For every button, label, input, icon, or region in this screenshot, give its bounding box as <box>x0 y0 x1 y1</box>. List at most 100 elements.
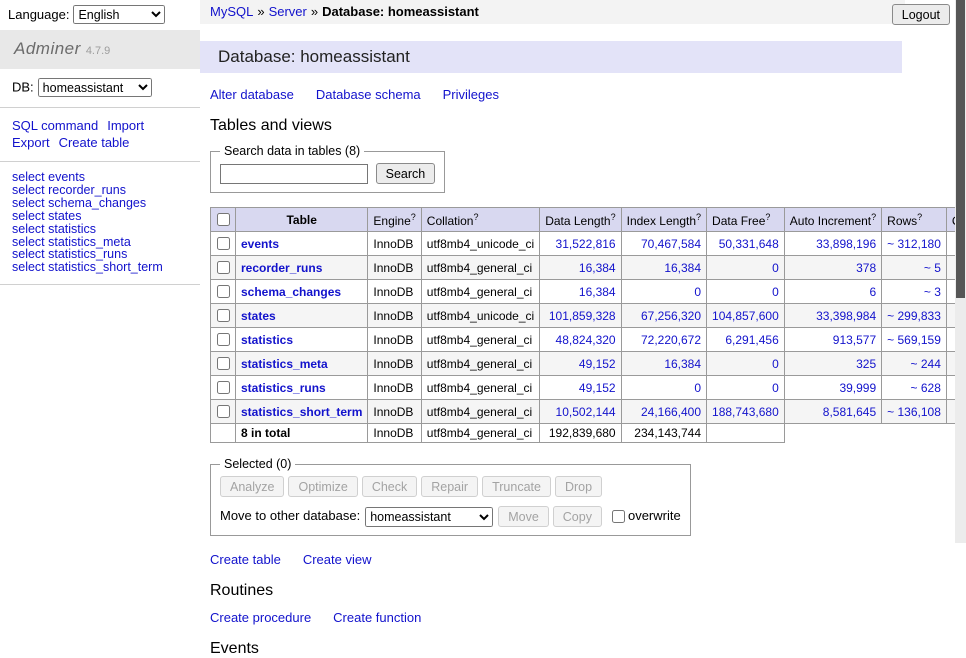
rows-link[interactable]: ~ 5 <box>924 261 941 275</box>
help-link[interactable]: ? <box>611 212 616 222</box>
auto-increment-link[interactable]: 39,999 <box>839 381 876 395</box>
sidebar-select-statistics-short-term[interactable]: select statistics_short_term <box>12 261 188 274</box>
auto-increment-link[interactable]: 913,577 <box>833 333 876 347</box>
auto-increment-link[interactable]: 325 <box>856 357 876 371</box>
optimize-button[interactable]: Optimize <box>288 476 357 497</box>
data-length-link[interactable]: 10,502,144 <box>556 405 616 419</box>
create-procedure-link[interactable]: Create procedure <box>210 610 311 625</box>
check-button[interactable]: Check <box>362 476 417 497</box>
sidebar-select-statistics[interactable]: select statistics <box>12 223 188 236</box>
row-checkbox[interactable] <box>217 309 230 322</box>
data-free-link[interactable]: 0 <box>772 381 779 395</box>
table-link-statistics-short-term[interactable]: statistics_short_term <box>241 405 362 419</box>
help-link[interactable]: ? <box>765 212 770 222</box>
index-length-link[interactable]: 0 <box>694 381 701 395</box>
row-checkbox[interactable] <box>217 405 230 418</box>
auto-increment-link[interactable]: 378 <box>856 261 876 275</box>
sidebar-link-sql-command[interactable]: SQL command <box>12 118 98 133</box>
scrollbar[interactable] <box>955 0 966 543</box>
auto-increment-link[interactable]: 6 <box>869 285 876 299</box>
sidebar-link-export[interactable]: Export <box>12 135 50 150</box>
data-free-link[interactable]: 6,291,456 <box>725 333 778 347</box>
search-input[interactable] <box>220 164 368 184</box>
data-length-link[interactable]: 49,152 <box>579 357 616 371</box>
row-checkbox[interactable] <box>217 285 230 298</box>
sidebar-select-recorder-runs[interactable]: select recorder_runs <box>12 184 188 197</box>
table-link-statistics-runs[interactable]: statistics_runs <box>241 381 326 395</box>
language-select[interactable]: English <box>73 5 165 24</box>
help-link[interactable]: ? <box>473 212 478 222</box>
create-table-link[interactable]: Create table <box>210 552 281 567</box>
data-free-link[interactable]: 0 <box>772 285 779 299</box>
index-length-link[interactable]: 72,220,672 <box>641 333 701 347</box>
data-length-link[interactable]: 49,152 <box>579 381 616 395</box>
move-button[interactable]: Move <box>498 506 549 527</box>
drop-button[interactable]: Drop <box>555 476 602 497</box>
row-checkbox[interactable] <box>217 381 230 394</box>
data-length-link[interactable]: 101,859,328 <box>549 309 616 323</box>
copy-button[interactable]: Copy <box>553 506 602 527</box>
privileges-link[interactable]: Privileges <box>443 87 499 102</box>
db-select[interactable]: homeassistant <box>38 78 152 97</box>
breadcrumb-server-link[interactable]: Server <box>269 4 307 19</box>
analyze-button[interactable]: Analyze <box>220 476 284 497</box>
breadcrumb-mysql-link[interactable]: MySQL <box>210 4 253 19</box>
data-length-link[interactable]: 31,522,816 <box>556 237 616 251</box>
help-link[interactable]: ? <box>871 212 876 222</box>
help-link[interactable]: ? <box>917 212 922 222</box>
create-function-link[interactable]: Create function <box>333 610 421 625</box>
rows-link[interactable]: ~ 569,159 <box>887 333 941 347</box>
index-length-link[interactable]: 0 <box>694 285 701 299</box>
sidebar-select-states[interactable]: select states <box>12 210 188 223</box>
table-link-states[interactable]: states <box>241 309 276 323</box>
repair-button[interactable]: Repair <box>421 476 478 497</box>
data-length-link[interactable]: 16,384 <box>579 261 616 275</box>
sidebar-select-schema-changes[interactable]: select schema_changes <box>12 197 188 210</box>
row-checkbox[interactable] <box>217 237 230 250</box>
data-free-link[interactable]: 0 <box>772 357 779 371</box>
rows-link[interactable]: ~ 136,108 <box>887 405 941 419</box>
row-checkbox[interactable] <box>217 333 230 346</box>
help-link[interactable]: ? <box>411 212 416 222</box>
alter-database-link[interactable]: Alter database <box>210 87 294 102</box>
logout-button[interactable]: Logout <box>892 4 950 25</box>
sidebar-link-create-table[interactable]: Create table <box>59 135 130 150</box>
index-length-link[interactable]: 67,256,320 <box>641 309 701 323</box>
data-free-link[interactable]: 104,857,600 <box>712 309 779 323</box>
scrollbar-thumb[interactable] <box>956 0 965 298</box>
sidebar-select-events[interactable]: select events <box>12 171 188 184</box>
data-length-link[interactable]: 16,384 <box>579 285 616 299</box>
data-length-link[interactable]: 48,824,320 <box>556 333 616 347</box>
rows-link[interactable]: ~ 299,833 <box>887 309 941 323</box>
index-length-link[interactable]: 70,467,584 <box>641 237 701 251</box>
data-free-link[interactable]: 188,743,680 <box>712 405 779 419</box>
check-all-checkbox[interactable] <box>217 213 230 226</box>
rows-link[interactable]: ~ 3 <box>924 285 941 299</box>
row-checkbox[interactable] <box>217 357 230 370</box>
data-free-link[interactable]: 50,331,648 <box>719 237 779 251</box>
table-link-statistics[interactable]: statistics <box>241 333 293 347</box>
rows-link[interactable]: ~ 244 <box>911 357 941 371</box>
help-link[interactable]: ? <box>696 212 701 222</box>
auto-increment-link[interactable]: 33,398,984 <box>816 309 876 323</box>
rows-link[interactable]: ~ 312,180 <box>887 237 941 251</box>
table-link-schema-changes[interactable]: schema_changes <box>241 285 341 299</box>
table-link-events[interactable]: events <box>241 237 279 251</box>
overwrite-checkbox[interactable] <box>612 510 625 523</box>
index-length-link[interactable]: 16,384 <box>664 261 701 275</box>
sidebar-link-import[interactable]: Import <box>107 118 144 133</box>
rows-link[interactable]: ~ 628 <box>911 381 941 395</box>
index-length-link[interactable]: 16,384 <box>664 357 701 371</box>
auto-increment-link[interactable]: 8,581,645 <box>823 405 876 419</box>
auto-increment-link[interactable]: 33,898,196 <box>816 237 876 251</box>
database-schema-link[interactable]: Database schema <box>316 87 421 102</box>
search-button[interactable]: Search <box>376 163 436 184</box>
row-checkbox[interactable] <box>217 261 230 274</box>
table-link-recorder-runs[interactable]: recorder_runs <box>241 261 322 275</box>
index-length-link[interactable]: 24,166,400 <box>641 405 701 419</box>
truncate-button[interactable]: Truncate <box>482 476 551 497</box>
move-db-select[interactable]: homeassistant <box>365 507 493 527</box>
create-view-link[interactable]: Create view <box>303 552 372 567</box>
data-free-link[interactable]: 0 <box>772 261 779 275</box>
table-link-statistics-meta[interactable]: statistics_meta <box>241 357 328 371</box>
